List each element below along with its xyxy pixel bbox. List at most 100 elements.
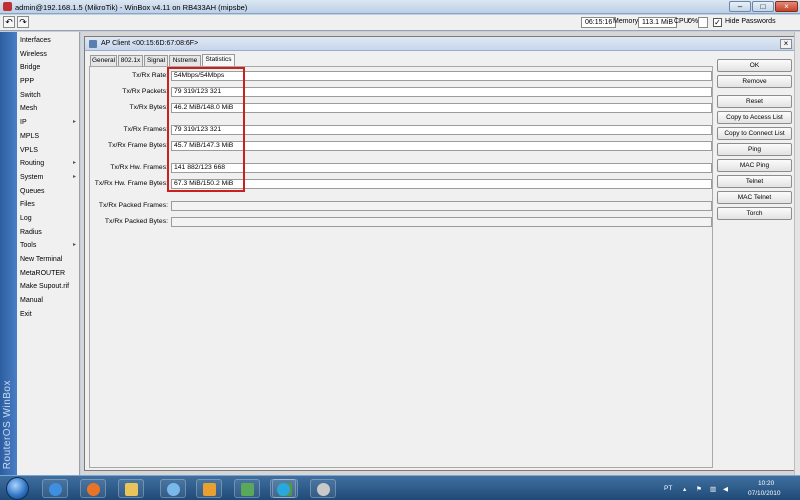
sidebar-item-label: IP bbox=[20, 119, 27, 127]
sidebar-item-make-supout-rif[interactable]: Make Supout.rif bbox=[17, 280, 80, 294]
field-value-txrx-hw-frame-bytes: 67.3 MiB/150.2 MiB bbox=[171, 179, 712, 189]
sidebar-item-new-terminal[interactable]: New Terminal bbox=[17, 253, 80, 267]
sidebar-item-label: Queues bbox=[20, 187, 45, 195]
field-value-txrx-packets: 79 319/123 321 bbox=[171, 87, 712, 97]
sidebar-item-mesh[interactable]: Mesh bbox=[17, 102, 80, 116]
sidebar-item-routing[interactable]: Routing ▸ bbox=[17, 157, 80, 171]
sidebar-item-label: Mesh bbox=[20, 105, 38, 113]
field-label-txrx-packed-frames: Tx/Rx Packed Frames: bbox=[98, 202, 168, 209]
field-value-txrx-hw-frames: 141 882/123 668 bbox=[171, 163, 712, 173]
reset-button[interactable]: Reset bbox=[717, 95, 792, 108]
mac-ping-button[interactable]: MAC Ping bbox=[717, 159, 792, 172]
sidebar-item-files[interactable]: Files bbox=[17, 198, 80, 212]
sidebar-item-bridge[interactable]: Bridge bbox=[17, 61, 80, 75]
language-indicator[interactable]: PT bbox=[664, 485, 672, 492]
sidebar-item-tools[interactable]: Tools ▸ bbox=[17, 239, 80, 253]
close-window-button[interactable]: × bbox=[775, 1, 798, 12]
tab-nstreme[interactable]: Nstreme bbox=[169, 55, 201, 66]
ok-button[interactable]: OK bbox=[717, 59, 792, 72]
sidebar-item-label: Routing bbox=[20, 160, 45, 168]
brand-strip: RouterOS WinBox bbox=[0, 32, 17, 475]
field-label-txrx-hw-frame-bytes: Tx/Rx Hw. Frame Bytes: bbox=[94, 180, 168, 187]
volume-icon[interactable]: ◀ bbox=[723, 485, 728, 493]
sidebar-item-queues[interactable]: Queues bbox=[17, 185, 80, 199]
sidebar-item-label: Bridge bbox=[20, 64, 41, 72]
internet-explorer-icon[interactable] bbox=[42, 479, 68, 498]
media-player-icon[interactable] bbox=[196, 479, 222, 498]
sidebar-item-log[interactable]: Log bbox=[17, 212, 80, 226]
sidebar-item-ppp[interactable]: PPP bbox=[17, 75, 80, 89]
flag-icon[interactable]: ⚑ bbox=[696, 485, 702, 493]
network-tray-icon[interactable]: ▥ bbox=[710, 485, 716, 493]
clock-date[interactable]: 07/10/2010 bbox=[748, 490, 781, 497]
dialog-icon bbox=[89, 40, 97, 48]
sidebar-item-mpls[interactable]: MPLS bbox=[17, 130, 80, 144]
sidebar-item-label: MetaROUTER bbox=[20, 269, 66, 277]
network-icon[interactable] bbox=[160, 479, 186, 498]
sidebar-item-label: Make Supout.rif bbox=[20, 283, 70, 291]
sidebar-item-exit[interactable]: Exit bbox=[17, 308, 80, 322]
brand-text: RouterOS WinBox bbox=[2, 379, 13, 469]
sidebar-item-label: MPLS bbox=[20, 132, 40, 140]
sidebar-item-manual[interactable]: Manual bbox=[17, 294, 80, 308]
maximize-button[interactable]: □ bbox=[752, 1, 774, 12]
statistics-panel: Tx/Rx Rate: 54Mbps/54Mbps Tx/Rx Packets:… bbox=[89, 66, 713, 468]
torch-button[interactable]: Torch bbox=[717, 207, 792, 220]
firefox-icon[interactable] bbox=[80, 479, 106, 498]
field-label-txrx-frames: Tx/Rx Frames: bbox=[123, 126, 168, 133]
paint-icon[interactable] bbox=[310, 479, 336, 498]
sidebar-item-interfaces[interactable]: Interfaces bbox=[17, 34, 80, 48]
field-label-txrx-hw-frames: Tx/Rx Hw. Frames: bbox=[110, 164, 168, 171]
sidebar-item-metarouter[interactable]: MetaROUTER bbox=[17, 267, 80, 281]
mac-telnet-button[interactable]: MAC Telnet bbox=[717, 191, 792, 204]
minimize-button[interactable]: – bbox=[729, 1, 751, 12]
field-value-txrx-frames: 79 319/123 321 bbox=[171, 125, 712, 135]
sidebar-item-label: Radius bbox=[20, 228, 42, 236]
sidebar-item-switch[interactable]: Switch bbox=[17, 89, 80, 103]
skype-icon[interactable] bbox=[270, 479, 296, 498]
sidebar-item-system[interactable]: System ▸ bbox=[17, 171, 80, 185]
ping-button[interactable]: Ping bbox=[717, 143, 792, 156]
sidebar-item-label: New Terminal bbox=[20, 256, 63, 263]
sidebar-item-wireless[interactable]: Wireless bbox=[17, 48, 80, 62]
sidebar-item-label: Log bbox=[20, 214, 32, 222]
tab-general[interactable]: General bbox=[90, 55, 117, 66]
undo-icon[interactable]: ↶ bbox=[3, 16, 15, 28]
copy-to-connect-list-button[interactable]: Copy to Connect List bbox=[717, 127, 792, 140]
hide-passwords-checkbox[interactable]: ✓ bbox=[713, 18, 722, 27]
sidebar-item-label: VPLS bbox=[20, 146, 38, 154]
submenu-arrow-icon: ▸ bbox=[72, 242, 76, 249]
field-value-txrx-bytes: 46.2 MiB/148.0 MiB bbox=[171, 103, 712, 113]
tab-8021x[interactable]: 802.1x bbox=[118, 55, 143, 66]
memory-label: Memory: bbox=[613, 18, 641, 25]
dialog-close-icon[interactable]: × bbox=[780, 39, 792, 49]
tab-statistics[interactable]: Statistics bbox=[202, 54, 235, 66]
winbox-icon[interactable] bbox=[234, 479, 260, 498]
clock-time[interactable]: 10:20 bbox=[758, 480, 774, 487]
sidebar-item-ip[interactable]: IP ▸ bbox=[17, 116, 80, 130]
copy-to-access-list-button[interactable]: Copy to Access List bbox=[717, 111, 792, 124]
sidebar: RouterOS WinBox Interfaces Wireless Bridge… bbox=[0, 32, 80, 475]
dialog-titlebar[interactable]: AP Client <00:15:6D:67:08:6F> × bbox=[85, 37, 796, 51]
start-button[interactable] bbox=[6, 477, 29, 500]
sidebar-item-radius[interactable]: Radius bbox=[17, 226, 80, 240]
sidebar-item-label: System bbox=[20, 173, 44, 181]
submenu-arrow-icon: ▸ bbox=[72, 160, 76, 167]
main-area: AP Client <00:15:6D:67:08:6F> × General … bbox=[81, 32, 800, 475]
remove-button[interactable]: Remove bbox=[717, 75, 792, 88]
tab-signal[interactable]: Signal bbox=[144, 55, 168, 66]
tray-up-arrow-icon[interactable]: ▴ bbox=[683, 485, 686, 493]
sidebar-item-vpls[interactable]: VPLS bbox=[17, 144, 80, 158]
hide-passwords-label: Hide Passwords bbox=[725, 18, 776, 25]
redo-icon[interactable]: ↷ bbox=[17, 16, 29, 28]
field-label-txrx-packets: Tx/Rx Packets: bbox=[122, 88, 168, 95]
sidebar-item-label: Switch bbox=[20, 91, 41, 99]
window-title: admin@192.168.1.5 (MikroTik) - WinBox v4… bbox=[15, 3, 248, 12]
telnet-button[interactable]: Telnet bbox=[717, 175, 792, 188]
sidebar-item-label: Wireless bbox=[20, 50, 47, 58]
clock-display: 06:15:16 bbox=[581, 17, 617, 28]
field-label-txrx-bytes: Tx/Rx Bytes: bbox=[129, 104, 168, 111]
main-scrollbar[interactable] bbox=[794, 32, 800, 475]
explorer-folder-icon[interactable] bbox=[118, 479, 144, 498]
field-value-txrx-packed-frames bbox=[171, 201, 712, 211]
